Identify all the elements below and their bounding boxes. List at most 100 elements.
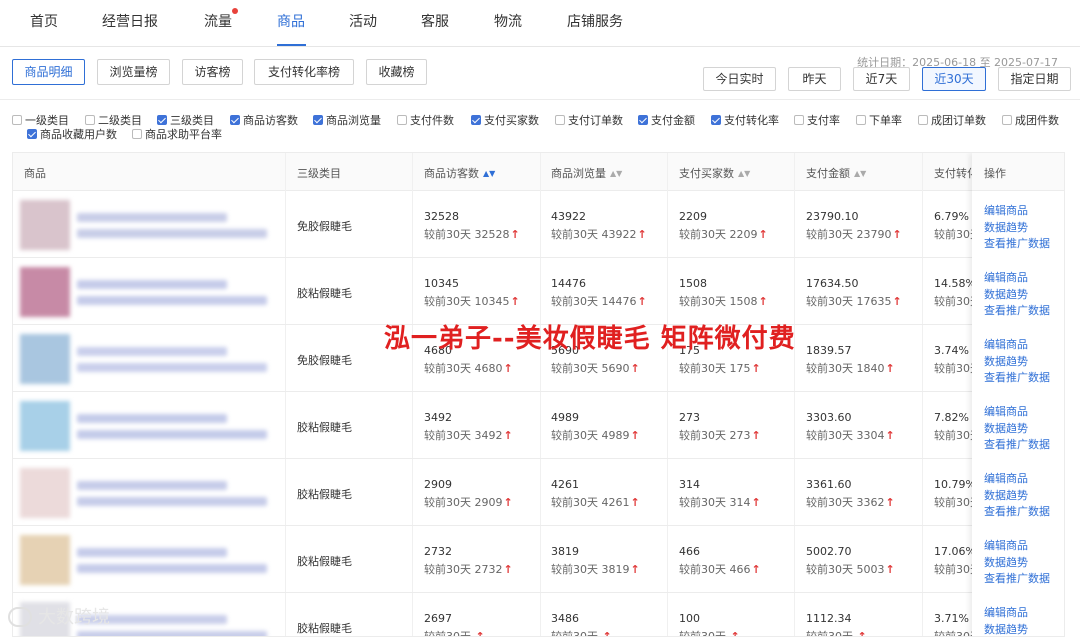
subtab-visitor-rank[interactable]: 访客榜 xyxy=(182,59,243,85)
product-title-blurred[interactable] xyxy=(77,430,267,439)
sort-desc-icon[interactable]: ▲▼ xyxy=(483,169,495,178)
filter-checkbox[interactable]: 支付金额 xyxy=(638,112,695,127)
product-title-blurred[interactable] xyxy=(77,481,227,490)
filter-checkbox[interactable]: 成团件数 xyxy=(1002,112,1059,127)
nav-activities[interactable]: 活动 xyxy=(349,11,377,31)
nav-logistics[interactable]: 物流 xyxy=(494,11,522,31)
subtab-product-detail[interactable]: 商品明细 xyxy=(12,59,85,85)
view-promotion-link[interactable]: 查看推广数据 xyxy=(984,436,1050,452)
data-trend-link[interactable]: 数据趋势 xyxy=(984,621,1028,637)
checkbox-unchecked-icon[interactable] xyxy=(12,115,22,125)
checkbox-checked-icon[interactable] xyxy=(230,115,240,125)
view-promotion-link[interactable]: 查看推广数据 xyxy=(984,369,1050,385)
edit-product-link[interactable]: 编辑商品 xyxy=(984,403,1028,419)
filter-checkbox[interactable]: 成团订单数 xyxy=(918,112,986,127)
filter-checkbox[interactable]: 支付订单数 xyxy=(555,112,623,127)
product-title-blurred[interactable] xyxy=(77,280,227,289)
view-promotion-link[interactable]: 查看推广数据 xyxy=(984,503,1050,519)
nav-home[interactable]: 首页 xyxy=(30,11,58,31)
product-thumbnail[interactable] xyxy=(20,334,70,384)
product-title-blurred[interactable] xyxy=(77,363,267,372)
date-button-today[interactable]: 今日实时 xyxy=(703,67,776,91)
subtab-conversion-rank[interactable]: 支付转化率榜 xyxy=(254,59,354,85)
header-views[interactable]: 商品浏览量 ▲▼ xyxy=(551,165,622,181)
subtab-favorites-rank[interactable]: 收藏榜 xyxy=(366,59,427,85)
product-title-blurred[interactable] xyxy=(77,497,267,506)
product-thumbnail[interactable] xyxy=(20,468,70,518)
checkbox-unchecked-icon[interactable] xyxy=(132,129,142,139)
checkbox-checked-icon[interactable] xyxy=(711,115,721,125)
product-title-blurred[interactable] xyxy=(77,631,267,636)
nav-traffic[interactable]: 流量 xyxy=(204,11,232,31)
edit-product-link[interactable]: 编辑商品 xyxy=(984,336,1028,352)
checkbox-checked-icon[interactable] xyxy=(638,115,648,125)
checkbox-unchecked-icon[interactable] xyxy=(397,115,407,125)
header-buyers-label: 支付买家数 xyxy=(679,167,734,180)
checkbox-unchecked-icon[interactable] xyxy=(555,115,565,125)
filter-checkbox[interactable]: 商品求助平台率 xyxy=(132,126,222,141)
sort-icon[interactable]: ▲▼ xyxy=(738,169,750,178)
edit-product-link[interactable]: 编辑商品 xyxy=(984,470,1028,486)
filter-checkbox[interactable]: 商品收藏用户数 xyxy=(27,126,117,141)
subtab-pageview-rank[interactable]: 浏览量榜 xyxy=(97,59,170,85)
sort-icon[interactable]: ▲▼ xyxy=(854,169,866,178)
data-trend-link[interactable]: 数据趋势 xyxy=(984,286,1028,302)
data-trend-link[interactable]: 数据趋势 xyxy=(984,420,1028,436)
header-amount[interactable]: 支付金额 ▲▼ xyxy=(806,165,866,181)
product-thumbnail[interactable] xyxy=(20,267,70,317)
checkbox-checked-icon[interactable] xyxy=(27,129,37,139)
nav-daily-report[interactable]: 经营日报 xyxy=(102,11,158,31)
filter-checkbox[interactable]: 商品浏览量 xyxy=(313,112,381,127)
checkbox-checked-icon[interactable] xyxy=(471,115,481,125)
data-trend-link[interactable]: 数据趋势 xyxy=(984,487,1028,503)
product-thumbnail[interactable] xyxy=(20,401,70,451)
filter-checkbox[interactable]: 二级类目 xyxy=(85,112,142,127)
view-promotion-link[interactable]: 查看推广数据 xyxy=(984,302,1050,318)
product-title-blurred[interactable] xyxy=(77,296,267,305)
nav-store-service[interactable]: 店铺服务 xyxy=(567,11,623,31)
filter-checkbox[interactable]: 支付件数 xyxy=(397,112,454,127)
edit-product-link[interactable]: 编辑商品 xyxy=(984,604,1028,620)
checkbox-unchecked-icon[interactable] xyxy=(856,115,866,125)
filter-checkbox[interactable]: 三级类目 xyxy=(157,112,214,127)
data-trend-link[interactable]: 数据趋势 xyxy=(984,353,1028,369)
filter-checkbox[interactable]: 支付买家数 xyxy=(471,112,539,127)
product-title-blurred[interactable] xyxy=(77,414,227,423)
data-trend-link[interactable]: 数据趋势 xyxy=(984,554,1028,570)
date-button-30days[interactable]: 近30天 xyxy=(922,67,986,91)
checkbox-checked-icon[interactable] xyxy=(157,115,167,125)
product-title-blurred[interactable] xyxy=(77,564,267,573)
conversion-value: 3.71% xyxy=(934,612,969,625)
view-promotion-link[interactable]: 查看推广数据 xyxy=(984,235,1050,251)
product-title-blurred[interactable] xyxy=(77,347,227,356)
checkbox-unchecked-icon[interactable] xyxy=(794,115,804,125)
checkbox-unchecked-icon[interactable] xyxy=(918,115,928,125)
product-title-blurred[interactable] xyxy=(77,229,267,238)
date-button-custom[interactable]: 指定日期 xyxy=(998,67,1071,91)
filter-checkbox[interactable]: 支付率 xyxy=(794,112,840,127)
filter-checkbox[interactable]: 一级类目 xyxy=(12,112,69,127)
filter-checkbox[interactable]: 商品访客数 xyxy=(230,112,298,127)
header-visitors[interactable]: 商品访客数 ▲▼ xyxy=(424,165,495,181)
checkbox-checked-icon[interactable] xyxy=(313,115,323,125)
date-button-7days[interactable]: 近7天 xyxy=(853,67,910,91)
sort-icon[interactable]: ▲▼ xyxy=(610,169,622,178)
nav-products[interactable]: 商品 xyxy=(277,11,305,31)
edit-product-link[interactable]: 编辑商品 xyxy=(984,269,1028,285)
data-trend-link[interactable]: 数据趋势 xyxy=(984,219,1028,235)
product-thumbnail[interactable] xyxy=(20,200,70,250)
product-title-blurred[interactable] xyxy=(77,213,227,222)
date-button-yesterday[interactable]: 昨天 xyxy=(788,67,841,91)
view-promotion-link[interactable]: 查看推广数据 xyxy=(984,570,1050,586)
nav-customer-service[interactable]: 客服 xyxy=(421,11,449,31)
product-thumbnail[interactable] xyxy=(20,535,70,585)
conversion-value: 17.06% xyxy=(934,545,976,558)
edit-product-link[interactable]: 编辑商品 xyxy=(984,202,1028,218)
header-buyers[interactable]: 支付买家数 ▲▼ xyxy=(679,165,750,181)
product-title-blurred[interactable] xyxy=(77,548,227,557)
filter-checkbox[interactable]: 支付转化率 xyxy=(711,112,779,127)
edit-product-link[interactable]: 编辑商品 xyxy=(984,537,1028,553)
filter-checkbox[interactable]: 下单率 xyxy=(856,112,902,127)
checkbox-unchecked-icon[interactable] xyxy=(85,115,95,125)
checkbox-unchecked-icon[interactable] xyxy=(1002,115,1012,125)
